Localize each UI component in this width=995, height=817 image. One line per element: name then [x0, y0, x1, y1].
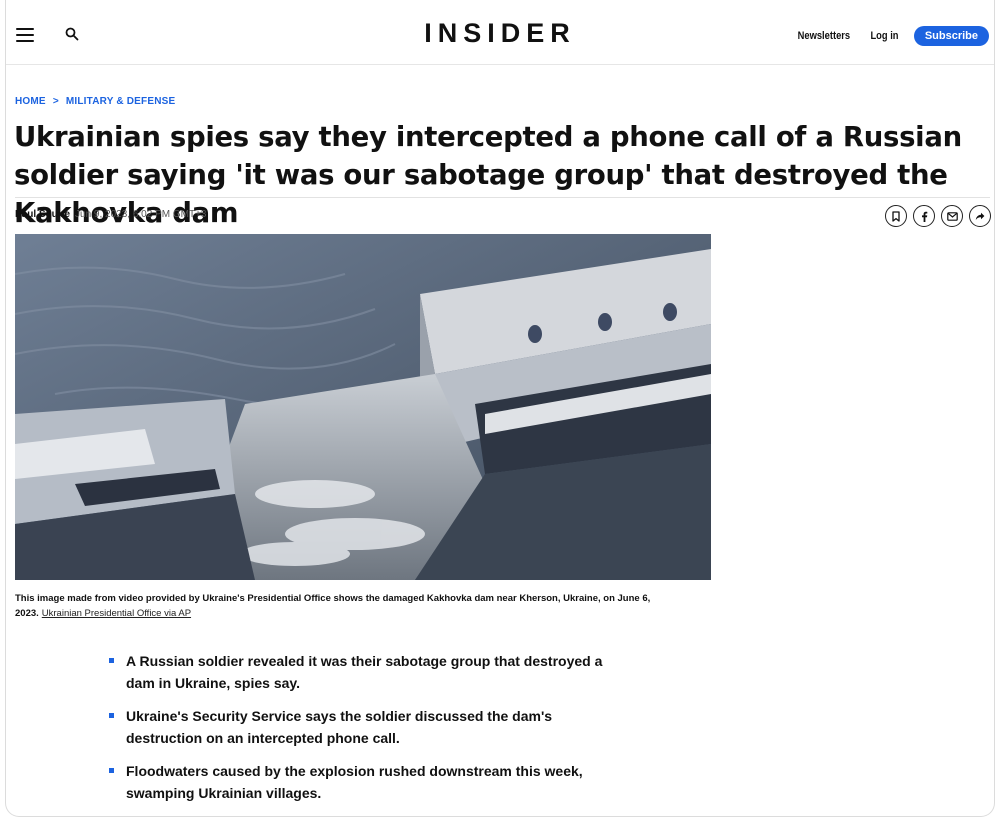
subscribe-button[interactable]: Subscribe [913, 26, 989, 46]
dam-hero-image [15, 234, 711, 580]
breadcrumb-home[interactable]: HOME [15, 96, 46, 107]
key-point: Ukraine's Security Service says the sold… [109, 705, 609, 749]
bullet-square-icon [109, 768, 114, 773]
key-point: Floodwaters caused by the explosion rush… [109, 760, 609, 804]
breadcrumb: HOME > MILITARY & DEFENSE [15, 96, 175, 107]
breadcrumb-separator: > [52, 96, 59, 107]
email-icon[interactable] [941, 205, 963, 227]
search-icon[interactable] [65, 27, 79, 41]
bullet-square-icon [109, 658, 114, 663]
key-point: A Russian soldier revealed it was their … [109, 650, 609, 694]
byline: Paul Squire Jun 9, 2023, 6:02 PM GMT+3 [15, 209, 206, 220]
header-actions: Newsletters Log in Subscribe [793, 26, 989, 46]
key-point-text: Floodwaters caused by the explosion rush… [126, 763, 583, 801]
share-icon[interactable] [969, 205, 991, 227]
bullet-square-icon [109, 713, 114, 718]
menu-icon[interactable] [16, 28, 34, 42]
key-point-text: Ukraine's Security Service says the sold… [126, 708, 553, 746]
newsletters-link[interactable]: Newsletters [798, 30, 851, 42]
bookmark-icon[interactable] [885, 205, 907, 227]
author-link[interactable]: Paul Squire [15, 209, 70, 220]
key-points-list: A Russian soldier revealed it was their … [109, 650, 609, 815]
key-point-text: A Russian soldier revealed it was their … [126, 653, 603, 691]
breadcrumb-military-defense[interactable]: MILITARY & DEFENSE [66, 96, 176, 107]
photo-credit-link[interactable]: Ukrainian Presidential Office via AP [42, 608, 191, 619]
login-link[interactable]: Log in [870, 30, 898, 42]
site-header: INSIDER Newsletters Log in Subscribe [6, 0, 994, 65]
image-caption: This image made from video provided by U… [15, 591, 715, 621]
title-divider [15, 197, 990, 198]
browser-frame: INSIDER Newsletters Log in Subscribe HOM… [5, 0, 995, 817]
share-buttons [879, 205, 991, 227]
publish-date: Jun 9, 2023, 6:02 PM GMT+3 [75, 209, 207, 220]
facebook-icon[interactable] [913, 205, 935, 227]
